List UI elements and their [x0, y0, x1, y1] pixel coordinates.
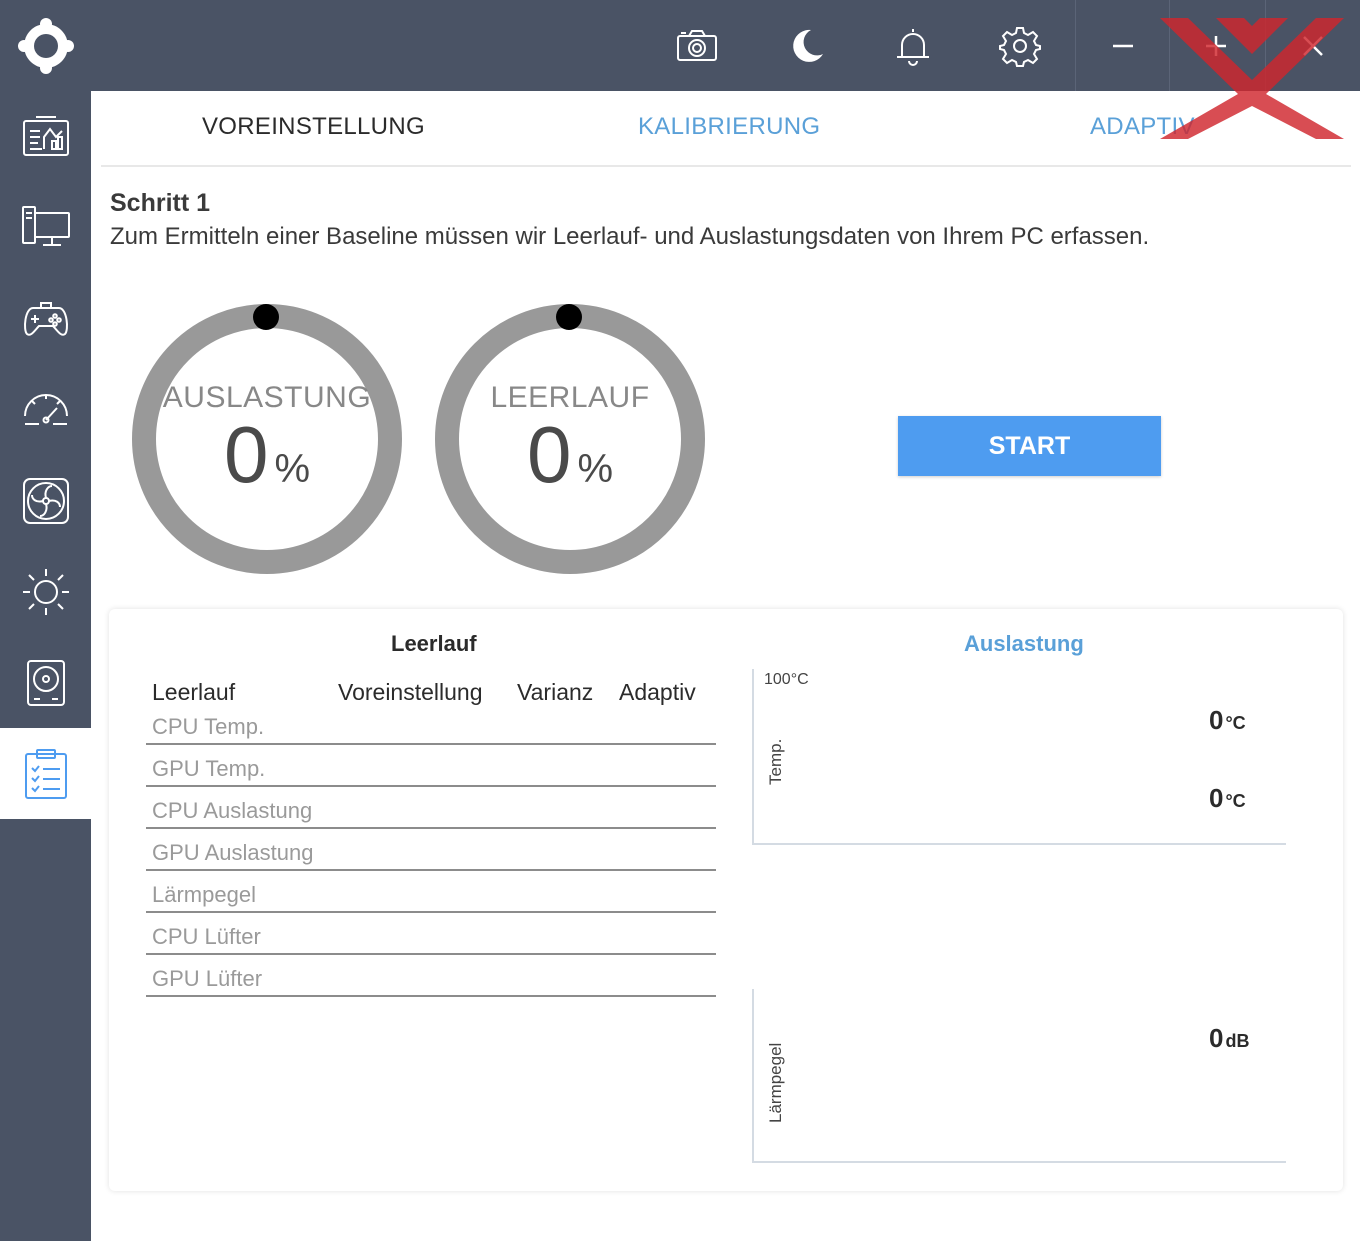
column-header: Varianz	[517, 679, 594, 705]
titlebar-separator	[1265, 0, 1266, 91]
noise-axis-label: Lärmpegel	[766, 1042, 785, 1123]
step-description: Zum Ermitteln einer Baseline müssen wir …	[110, 223, 1150, 250]
minimize-button[interactable]	[1077, 0, 1169, 91]
reading-value: 0	[1209, 783, 1224, 813]
gauge-value: 0%	[434, 415, 706, 495]
results-card: Leerlauf Auslastung Leerlauf Voreinstell…	[109, 609, 1343, 1191]
clipboard-icon	[24, 748, 67, 799]
gauge-marker	[556, 304, 582, 330]
column-header: Adaptiv	[619, 679, 696, 705]
table-row: Lärmpegel	[146, 871, 716, 913]
sidebar	[0, 91, 91, 1241]
sidebar-item-storage[interactable]	[0, 637, 91, 728]
drive-icon	[26, 659, 65, 706]
speedometer-icon	[23, 393, 68, 425]
temp-chart: 100°C Temp. 0 °C 0 °C	[752, 669, 1286, 845]
gamepad-icon	[23, 301, 68, 336]
results-title-leerlauf: Leerlauf	[391, 631, 477, 656]
bell-icon[interactable]	[889, 22, 937, 70]
gauge-leerlauf: LEERLAUF 0%	[434, 303, 706, 575]
gauge-unit: %	[577, 447, 614, 491]
step-title: Schritt 1	[110, 189, 211, 217]
gear-icon[interactable]	[996, 22, 1044, 70]
title-bar	[0, 0, 1360, 91]
dashboard-icon	[22, 115, 69, 156]
table-row: CPU Auslastung	[146, 787, 716, 829]
temp-axis-label: Temp.	[766, 738, 785, 785]
gauge-marker	[253, 304, 279, 330]
table-row: GPU Lüfter	[146, 955, 716, 997]
gauge-value: 0%	[131, 415, 403, 495]
column-header: Leerlauf	[152, 679, 236, 705]
table-row: CPU Lüfter	[146, 913, 716, 955]
tab-adaptiv[interactable]: ADAPTIV	[1090, 113, 1195, 141]
row-label: CPU Lüfter	[152, 924, 261, 949]
row-label: GPU Temp.	[152, 756, 266, 781]
gauge-number: 0	[223, 410, 269, 499]
tab-kalibrierung[interactable]: KALIBRIERUNG	[638, 113, 820, 141]
temp-reading: 0 °C	[1209, 783, 1246, 814]
row-label: CPU Auslastung	[152, 798, 313, 823]
gauge-auslastung: AUSLASTUNG 0%	[131, 303, 403, 575]
gauge-number: 0	[526, 410, 572, 499]
row-label: Lärmpegel	[152, 882, 256, 907]
titlebar-separator	[1075, 0, 1076, 91]
maximize-button[interactable]	[1170, 0, 1262, 91]
sidebar-item-lighting[interactable]	[0, 546, 91, 637]
sidebar-item-performance[interactable]	[0, 364, 91, 455]
sidebar-item-system[interactable]	[0, 182, 91, 273]
noise-reading: 0 dB	[1209, 1023, 1249, 1054]
row-label: GPU Auslastung	[152, 840, 314, 865]
reading-unit: °C	[1225, 791, 1246, 811]
fan-icon	[22, 477, 69, 524]
results-title-auslastung[interactable]: Auslastung	[964, 631, 1084, 657]
sun-icon	[22, 568, 69, 615]
reading-unit: °C	[1225, 713, 1246, 733]
table-row: GPU Auslastung	[146, 829, 716, 871]
noise-chart: Lärmpegel 0 dB	[752, 989, 1286, 1163]
monitor-icon	[21, 205, 70, 246]
sidebar-item-benchmark[interactable]	[0, 728, 91, 819]
table-row: GPU Temp.	[146, 745, 716, 787]
reading-value: 0	[1209, 1023, 1224, 1053]
close-button[interactable]	[1267, 0, 1359, 91]
sidebar-item-fans[interactable]	[0, 455, 91, 546]
reading-unit: dB	[1225, 1031, 1250, 1051]
row-label: CPU Temp.	[152, 714, 265, 739]
sidebar-item-dashboard[interactable]	[0, 91, 91, 182]
temp-axis-max: 100°C	[764, 671, 809, 688]
start-button[interactable]: START	[898, 416, 1161, 476]
app-logo-icon	[18, 18, 74, 74]
temp-reading: 0 °C	[1209, 705, 1246, 736]
reading-value: 0	[1209, 705, 1224, 735]
sidebar-item-gaming[interactable]	[0, 273, 91, 364]
table-row: CPU Temp.	[146, 703, 716, 745]
moon-icon[interactable]	[783, 22, 831, 70]
tab-bar: VOREINSTELLUNG KALIBRIERUNG ADAPTIV	[101, 91, 1351, 167]
gauge-unit: %	[274, 447, 311, 491]
row-label: GPU Lüfter	[152, 966, 263, 991]
camera-icon[interactable]	[673, 22, 721, 70]
main-panel: VOREINSTELLUNG KALIBRIERUNG ADAPTIV Schr…	[91, 91, 1360, 1241]
tab-voreinstellung[interactable]: VOREINSTELLUNG	[202, 113, 425, 141]
column-header: Voreinstellung	[338, 679, 483, 705]
